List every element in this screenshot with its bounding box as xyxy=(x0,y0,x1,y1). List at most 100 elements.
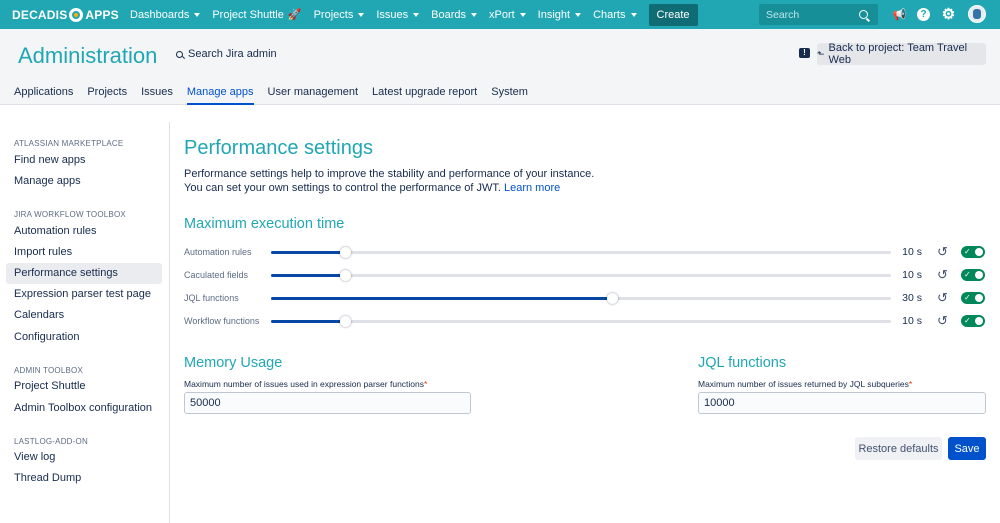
tab-issues[interactable]: Issues xyxy=(141,86,173,105)
rocket-icon: 🚀 xyxy=(287,9,302,21)
slider-handle[interactable] xyxy=(340,316,352,327)
nav-label: Projects xyxy=(313,8,354,21)
sidebar-item-automation-rules[interactable]: Automation rules xyxy=(6,221,162,242)
jql-issues-input[interactable] xyxy=(698,392,986,414)
value-calculated-fields: 10 s xyxy=(902,269,922,281)
chevron-down-icon xyxy=(413,12,420,17)
sidebar-item-find-new-apps[interactable]: Find new apps xyxy=(6,150,162,171)
toggle-knob xyxy=(975,317,983,325)
toggle-knob xyxy=(975,294,983,302)
nav-label: Charts xyxy=(593,8,626,21)
slider-automation-rules[interactable] xyxy=(271,247,891,258)
nav-label: Dashboards xyxy=(130,8,190,21)
row-label-automation-rules: Automation rules xyxy=(184,247,252,257)
memory-issues-input[interactable] xyxy=(184,392,471,414)
check-icon: ✓ xyxy=(964,247,971,256)
sidebar-item-manage-apps[interactable]: Manage apps xyxy=(6,171,162,192)
global-search-input[interactable]: Search xyxy=(759,4,878,25)
description-line-2: You can set your own settings to control… xyxy=(184,182,560,194)
slider-workflow-functions[interactable] xyxy=(271,316,891,327)
nav-boards[interactable]: Boards xyxy=(425,0,483,29)
tab-applications[interactable]: Applications xyxy=(14,86,73,105)
tab-user-management[interactable]: User management xyxy=(268,86,359,105)
top-navigation-bar: DECADIS APPS Dashboards Project Shuttle 🚀… xyxy=(0,0,1000,29)
tab-projects[interactable]: Projects xyxy=(87,86,127,105)
nav-label: xPort xyxy=(488,8,515,21)
sidebar-group-title: LASTLOG-ADD-ON xyxy=(14,437,88,446)
slider-jql-functions[interactable] xyxy=(271,293,891,304)
required-marker: * xyxy=(908,379,913,389)
logo-text-left: DECADIS xyxy=(12,7,68,22)
sidebar-item-import-rules[interactable]: Import rules xyxy=(6,242,162,263)
admin-header: Administration Search Jira admin ! ⬑ Bac… xyxy=(0,29,1000,105)
check-icon: ✓ xyxy=(964,316,971,325)
section-heading: Performance settings xyxy=(184,137,373,159)
chevron-down-icon xyxy=(519,12,526,17)
sidebar-item-expression-parser-test-page[interactable]: Expression parser test page xyxy=(6,284,162,305)
search-icon[interactable] xyxy=(859,10,868,19)
nav-label: Project Shuttle xyxy=(212,8,284,21)
sidebar-item-calendars[interactable]: Calendars xyxy=(6,305,162,326)
search-jira-admin[interactable]: Search Jira admin xyxy=(176,48,277,60)
sidebar-item-view-log[interactable]: View log xyxy=(6,447,162,468)
tab-system[interactable]: System xyxy=(491,86,528,105)
create-button[interactable]: Create xyxy=(648,3,698,26)
tab-manage-apps[interactable]: Manage apps xyxy=(186,86,254,105)
nav-dashboards[interactable]: Dashboards xyxy=(124,0,206,29)
learn-more-link[interactable]: Learn more xyxy=(504,182,560,194)
back-to-project-button[interactable]: ⬑ Back to project: Team Travel Web xyxy=(817,42,986,66)
help-icon[interactable]: ? xyxy=(917,8,930,21)
sidebar-item-admin-toolbox-configuration[interactable]: Admin Toolbox configuration xyxy=(6,398,162,419)
logo-text-right: APPS xyxy=(85,7,119,22)
admin-sidebar: ATLASSIAN MARKETPLACE Find new apps Mana… xyxy=(0,122,170,523)
nav-projects[interactable]: Projects xyxy=(308,0,371,29)
required-marker: * xyxy=(424,379,428,389)
execution-time-heading: Maximum execution time xyxy=(184,216,345,232)
nav-project-shuttle[interactable]: Project Shuttle 🚀 xyxy=(206,0,307,29)
slider-handle[interactable] xyxy=(340,247,352,258)
slider-calculated-fields[interactable] xyxy=(271,270,891,281)
feedback-icon[interactable]: ! xyxy=(799,48,810,58)
tab-latest-upgrade-report[interactable]: Latest upgrade report xyxy=(372,86,477,105)
nav-label: Insight xyxy=(537,8,571,21)
chevron-down-icon xyxy=(630,12,637,17)
nav-charts[interactable]: Charts xyxy=(587,0,642,29)
value-workflow-functions: 10 s xyxy=(902,315,922,327)
page-title: Administration xyxy=(18,43,158,68)
jql-functions-heading: JQL functions xyxy=(698,355,787,371)
memory-field-label-text: Maximum number of issues used in express… xyxy=(184,379,424,389)
gear-icon[interactable]: ⚙ xyxy=(941,6,956,23)
slider-fill xyxy=(271,297,612,300)
search-jira-admin-label: Search Jira admin xyxy=(188,48,277,60)
nav-issues[interactable]: Issues xyxy=(370,0,425,29)
user-avatar[interactable] xyxy=(968,5,986,23)
nav-insight[interactable]: Insight xyxy=(532,0,587,29)
sidebar-item-project-shuttle[interactable]: Project Shuttle xyxy=(6,376,162,397)
reset-icon[interactable]: ↺ xyxy=(936,314,949,327)
toggle-automation-rules[interactable]: ✓ xyxy=(961,246,985,258)
restore-defaults-button[interactable]: Restore defaults xyxy=(855,437,942,460)
save-button[interactable]: Save xyxy=(948,437,986,460)
megaphone-icon[interactable]: 📢 xyxy=(892,7,907,22)
reset-icon[interactable]: ↺ xyxy=(936,245,949,258)
sidebar-item-performance-settings[interactable]: Performance settings xyxy=(6,263,162,284)
row-label-calculated-fields: Caculated fields xyxy=(184,270,249,280)
reset-icon[interactable]: ↺ xyxy=(936,291,949,304)
slider-handle[interactable] xyxy=(340,270,352,281)
reset-icon[interactable]: ↺ xyxy=(936,268,949,281)
sidebar-item-thread-dump[interactable]: Thread Dump xyxy=(6,468,162,489)
slider-handle[interactable] xyxy=(607,293,618,304)
chevron-down-icon xyxy=(470,12,477,17)
slider-fill xyxy=(271,274,346,277)
sidebar-group-title: ATLASSIAN MARKETPLACE xyxy=(14,139,124,148)
sidebar-item-configuration[interactable]: Configuration xyxy=(6,327,162,348)
decadis-apps-logo[interactable]: DECADIS APPS xyxy=(12,7,124,22)
toggle-calculated-fields[interactable]: ✓ xyxy=(961,269,985,281)
nav-xport[interactable]: xPort xyxy=(483,0,532,29)
toggle-jql-functions[interactable]: ✓ xyxy=(961,292,985,304)
logo-ring-icon xyxy=(69,7,84,22)
description-line-1: Performance settings help to improve the… xyxy=(184,168,595,180)
back-arrow-icon: ⬑ xyxy=(817,48,825,59)
sidebar-group-title: ADMIN TOOLBOX xyxy=(14,366,83,375)
toggle-workflow-functions[interactable]: ✓ xyxy=(961,315,985,327)
